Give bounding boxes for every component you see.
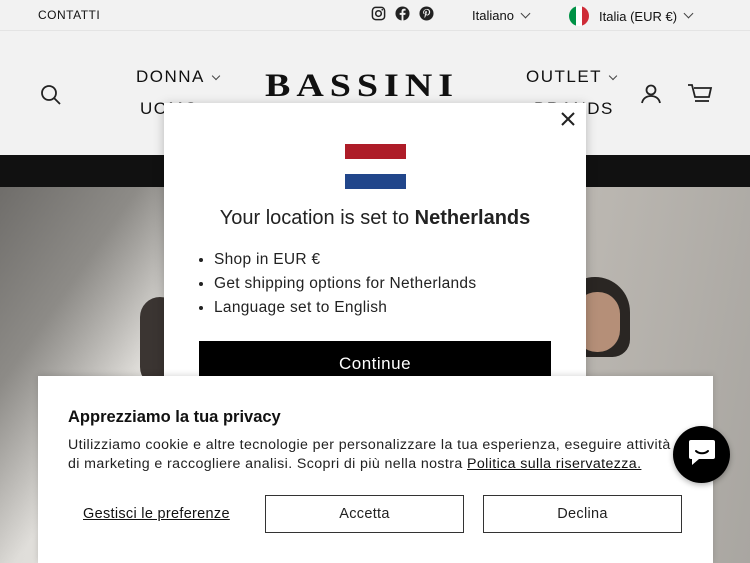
chat-icon (687, 438, 717, 471)
location-title: Your location is set to Netherlands (219, 207, 531, 229)
chevron-down-icon (211, 71, 221, 81)
chat-button[interactable] (673, 426, 730, 483)
italy-flag-icon (569, 6, 589, 26)
privacy-title: Apprezziamo la tua privacy (68, 408, 281, 426)
accept-button[interactable]: Accetta (265, 495, 464, 533)
pinterest-icon[interactable] (419, 6, 434, 21)
manage-preferences-link[interactable]: Gestisci le preferenze (83, 506, 230, 522)
social-links (371, 6, 434, 21)
instagram-icon[interactable] (371, 6, 386, 21)
chevron-down-icon (683, 8, 694, 18)
site-logo[interactable]: BASSINI (265, 67, 459, 104)
decline-button[interactable]: Declina (483, 495, 682, 533)
privacy-banner: Apprezziamo la tua privacy Utilizziamo c… (38, 376, 713, 563)
country-label: Italia (EUR €) (599, 8, 678, 24)
netherlands-flag-icon (345, 144, 406, 189)
list-item: Language set to English (214, 299, 476, 317)
account-icon[interactable] (640, 83, 662, 110)
nav-item-donna[interactable]: DONNA (136, 67, 221, 87)
language-selector[interactable]: Italiano (472, 8, 531, 23)
list-item: Shop in EUR € (214, 251, 476, 269)
country-selector[interactable]: Italia (EUR €) (569, 6, 694, 26)
close-icon[interactable] (561, 112, 575, 126)
contact-link[interactable]: CONTATTI (38, 8, 100, 22)
location-details-list: Shop in EUR € Get shipping options for N… (214, 251, 476, 323)
language-label: Italiano (472, 8, 514, 23)
list-item: Get shipping options for Netherlands (214, 275, 476, 293)
privacy-policy-link[interactable]: Politica sulla riservatezza. (467, 456, 641, 472)
cart-icon[interactable] (687, 83, 713, 110)
privacy-text: Utilizziamo cookie e altre tecnologie pe… (68, 437, 671, 472)
facebook-icon[interactable] (395, 6, 410, 21)
search-icon[interactable] (40, 84, 62, 111)
top-bar: CONTATTI Italiano Italia (EUR €) (0, 0, 750, 30)
nav-item-outlet[interactable]: OUTLET (526, 67, 618, 87)
chevron-down-icon (520, 8, 531, 19)
location-modal: Your location is set to Netherlands Shop… (164, 103, 586, 393)
chevron-down-icon (608, 71, 618, 81)
